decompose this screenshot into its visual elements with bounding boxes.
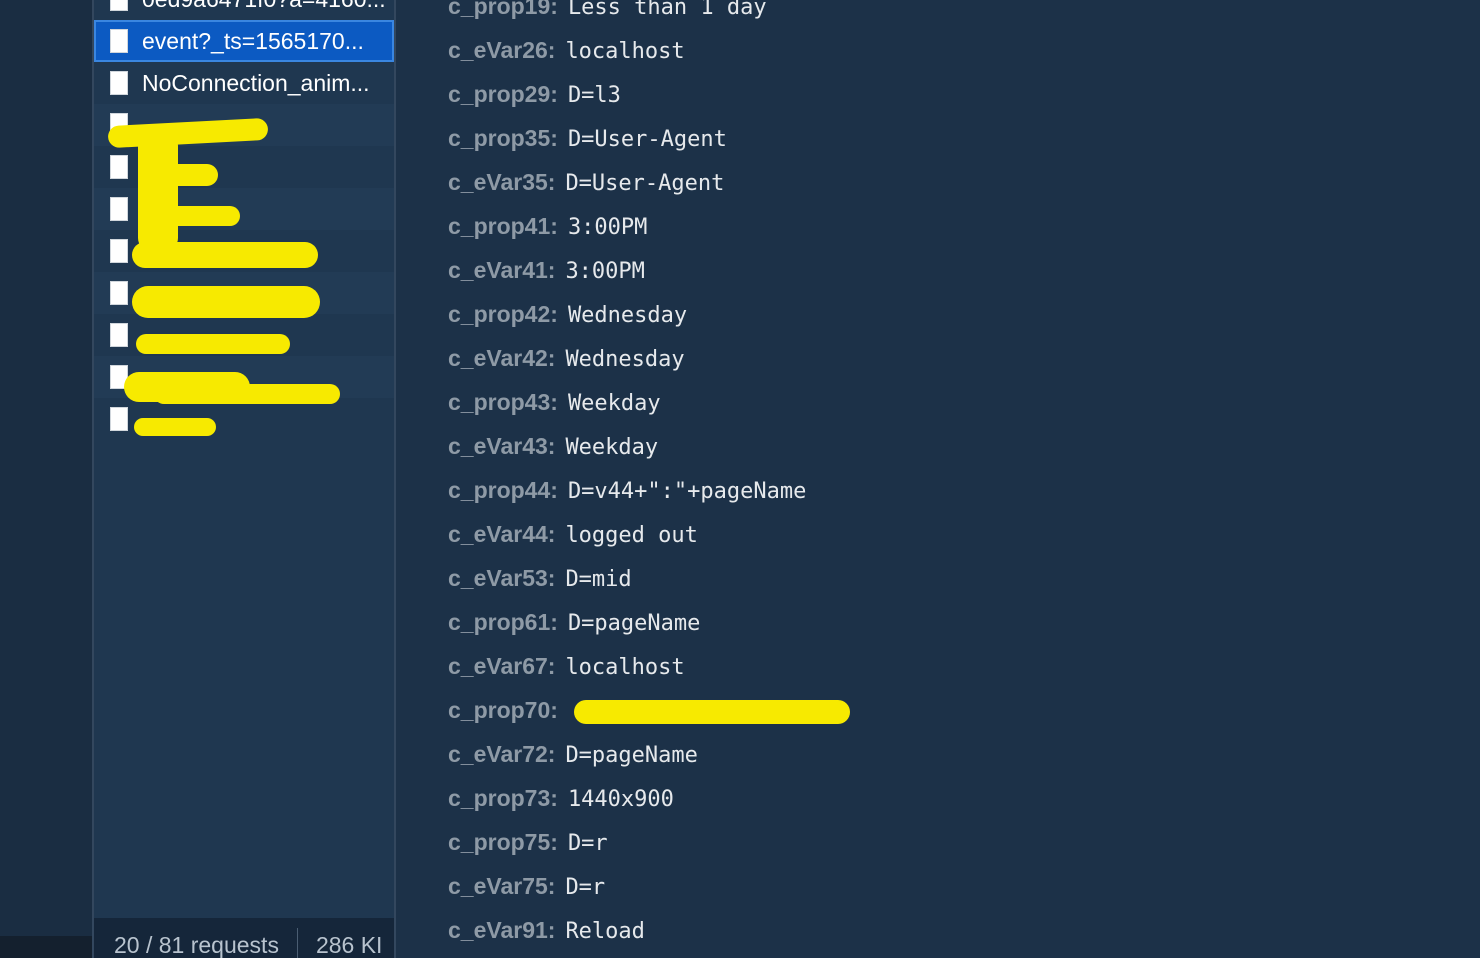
request-count: 20 / 81 requests [94, 928, 298, 958]
param-row: c_eVar43: Weekday [448, 424, 806, 468]
redaction-mark [574, 700, 850, 724]
param-row: c_prop19: Less than 1 day [448, 0, 806, 28]
param-value: Less than 1 day [567, 0, 767, 20]
param-row: c_prop75: D=r [448, 820, 806, 864]
file-icon [110, 71, 128, 95]
param-row: c_eVar44: logged out [448, 512, 806, 556]
param-value: D=l3 [567, 83, 621, 108]
param-value: Weekday [567, 391, 661, 416]
param-value: D=mid [565, 567, 632, 592]
param-key: c_eVar35: [448, 169, 556, 195]
file-icon [110, 0, 128, 11]
param-row: c_eVar72: D=pageName [448, 732, 806, 776]
request-name: event?_ts=1565170... [142, 27, 364, 54]
param-row: c_eVar67: localhost [448, 644, 806, 688]
redaction-mark [154, 384, 340, 404]
param-list: c_prop19: Less than 1 day c_eVar26: localh… [448, 0, 850, 952]
param-row: c_prop42: Wednesday [448, 292, 806, 336]
param-row: c_eVar42: Wednesday [448, 336, 806, 380]
redaction-mark [136, 334, 290, 354]
request-row[interactable]: NoConnection_anim... [94, 62, 394, 104]
param-row: c_prop43: Weekday [448, 380, 806, 424]
param-key: c_prop70: [448, 697, 558, 723]
left-gutter-bottom [0, 936, 92, 958]
param-row: c_eVar35: D=User-Agent [448, 160, 806, 204]
request-row[interactable]: 0ed9a6471f0?a=4160... [94, 0, 394, 20]
param-row: c_eVar41: 3:00PM [448, 248, 806, 292]
param-value: Weekday [565, 435, 659, 460]
redaction-mark [138, 164, 218, 186]
file-icon [110, 239, 128, 263]
param-row: c_prop73: 1440x900 [448, 776, 806, 820]
file-icon [110, 323, 128, 347]
param-value: 3:00PM [565, 259, 645, 284]
redaction-mark [132, 286, 320, 318]
status-bar: 20 / 81 requests 286 KI [94, 918, 394, 958]
param-key: c_eVar41: [448, 257, 556, 283]
param-value: 3:00PM [567, 215, 648, 240]
request-name: NoConnection_anim... [142, 69, 370, 96]
file-icon [110, 29, 128, 53]
param-row: c_prop35: D=User-Agent [448, 116, 806, 160]
query-params-pane: c_prop19: Less than 1 day c_eVar26: localh… [398, 0, 1480, 958]
param-key: c_eVar43: [448, 433, 556, 459]
param-value: D=r [567, 831, 608, 856]
param-key: c_prop61: [448, 609, 558, 635]
param-value: D=User-Agent [565, 171, 725, 196]
param-row: c_prop29: D=l3 [448, 72, 806, 116]
param-value: D=r [565, 875, 606, 900]
redaction-mark [132, 242, 318, 268]
param-value: Reload [565, 919, 645, 944]
param-value: localhost [565, 39, 685, 64]
param-value: Wednesday [567, 303, 688, 328]
param-row-redacted: c_prop70: [448, 688, 850, 732]
file-icon [110, 197, 128, 221]
param-key: c_prop19: [448, 0, 558, 19]
param-row: c_prop61: D=pageName [448, 600, 806, 644]
param-row: c_eVar26: localhost [448, 28, 806, 72]
redaction-mark [134, 418, 216, 436]
param-row: c_eVar75: D=r [448, 864, 806, 908]
param-row: c_eVar91: Reload [448, 908, 806, 952]
file-icon [110, 281, 128, 305]
param-key: c_eVar53: [448, 565, 556, 591]
param-value: localhost [565, 655, 685, 680]
param-key: c_prop35: [448, 125, 558, 151]
param-key: c_prop73: [448, 785, 558, 811]
param-key: c_eVar26: [448, 37, 556, 63]
redaction-mark [140, 206, 240, 226]
file-icon [110, 407, 128, 431]
param-key: c_prop29: [448, 81, 558, 107]
param-key: c_eVar44: [448, 521, 556, 547]
request-list-panel: 0ed9a6471f0?a=4160... event?_ts=1565170.… [92, 0, 396, 958]
param-key: c_eVar72: [448, 741, 556, 767]
transfer-size: 286 KI [315, 932, 383, 958]
param-key: c_prop43: [448, 389, 558, 415]
param-value: Wednesday [565, 347, 685, 372]
left-gutter [0, 0, 92, 958]
param-key: c_eVar42: [448, 345, 556, 371]
param-key: c_prop75: [448, 829, 558, 855]
param-value: D=pageName [567, 611, 701, 636]
param-key: c_prop44: [448, 477, 558, 503]
param-value: D=v44+":"+pageName [567, 479, 807, 504]
param-key: c_prop42: [448, 301, 558, 327]
request-name: 0ed9a6471f0?a=4160... [142, 0, 392, 13]
param-key: c_eVar91: [448, 917, 556, 943]
param-key: c_eVar67: [448, 653, 556, 679]
param-value: D=pageName [565, 743, 698, 768]
param-value: 1440x900 [567, 787, 674, 812]
param-key: c_eVar75: [448, 873, 556, 899]
param-key: c_prop41: [448, 213, 558, 239]
param-row: c_prop41: 3:00PM [448, 204, 806, 248]
file-icon [110, 155, 128, 179]
param-row: c_eVar53: D=mid [448, 556, 806, 600]
redaction-mark [138, 132, 178, 252]
request-row-selected[interactable]: event?_ts=1565170... [94, 20, 394, 62]
param-value: logged out [565, 523, 698, 548]
param-value: D=User-Agent [567, 127, 727, 152]
param-row: c_prop44: D=v44+":"+pageName [448, 468, 806, 512]
